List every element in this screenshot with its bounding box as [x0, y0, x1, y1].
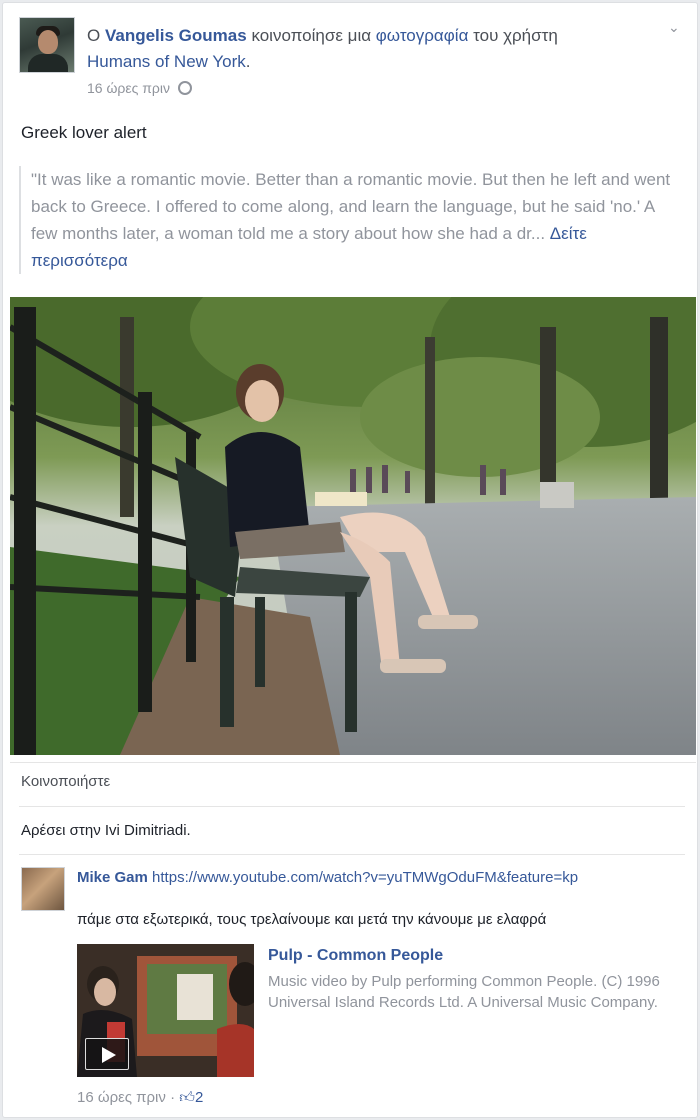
header-prefix: Ο: [87, 26, 101, 45]
likes-summary[interactable]: Αρέσει στην Ivi Dimitriadi.: [21, 822, 191, 839]
divider: [19, 806, 685, 807]
thumbs-up-icon[interactable]: 👍︎: [179, 1089, 195, 1106]
page-link[interactable]: Humans of New York: [87, 52, 246, 71]
comment-avatar[interactable]: [21, 867, 65, 911]
photo-scene: [10, 297, 696, 755]
meta-separator: ·: [170, 1089, 176, 1106]
comment-header: Mike Gam https://www.youtube.com/watch?v…: [77, 869, 578, 886]
video-description: Music video by Pulp performing Common Pe…: [268, 973, 660, 1011]
post-meta: 16 ώρες πριν: [87, 80, 192, 96]
chevron-down-icon[interactable]: ⌄: [668, 19, 680, 36]
share-button[interactable]: Κοινοποιήστε: [21, 773, 110, 790]
author-name[interactable]: Vangelis Goumas: [105, 26, 247, 45]
play-icon[interactable]: [85, 1038, 129, 1070]
video-thumbnail[interactable]: [77, 944, 254, 1077]
author-avatar[interactable]: [19, 17, 75, 73]
post-card: Ο Vangelis Goumas κοινοποίησε μια φωτογρ…: [2, 2, 698, 1118]
comment-url-link[interactable]: https://www.youtube.com/watch?v=yuTMWgOd…: [152, 869, 578, 886]
post-timestamp[interactable]: 16 ώρες πριν: [87, 80, 170, 96]
comment-author[interactable]: Mike Gam: [77, 869, 148, 886]
comment-timestamp[interactable]: 16 ώρες πριν: [77, 1089, 166, 1106]
post-header: Ο Vangelis Goumas κοινοποίησε μια φωτογρ…: [87, 23, 647, 75]
shared-quote: "It was like a romantic movie. Better th…: [19, 166, 679, 274]
comment-text: πάμε στα εξωτερικά, τους τρελαίνουμε και…: [77, 911, 547, 928]
post-text: Greek lover alert: [21, 123, 147, 142]
comment-like-count[interactable]: 2: [195, 1089, 203, 1106]
video-title-link[interactable]: Pulp - Common People: [268, 947, 443, 965]
shared-photo[interactable]: [10, 297, 696, 755]
divider: [10, 762, 696, 763]
header-of-user: του χρήστη: [473, 26, 558, 45]
comment-meta: 16 ώρες πριν · 👍︎2: [77, 1089, 203, 1107]
header-period: .: [245, 52, 251, 71]
globe-icon[interactable]: [177, 81, 192, 95]
photo-link[interactable]: φωτογραφία: [376, 26, 469, 45]
divider: [19, 854, 685, 855]
header-action: κοινοποίησε μια: [251, 26, 372, 45]
